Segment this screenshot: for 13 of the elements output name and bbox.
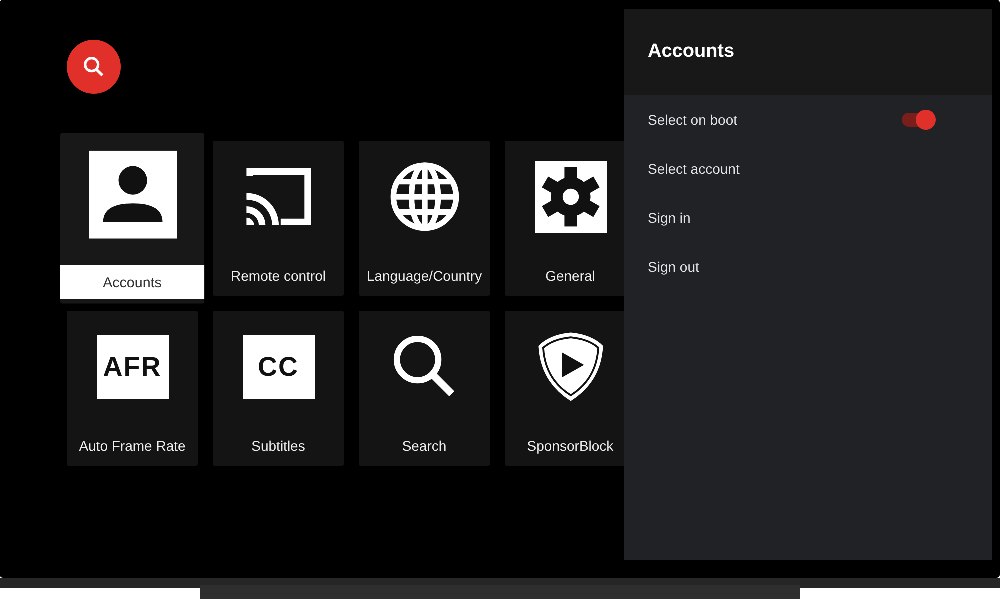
- person-icon: [88, 150, 176, 239]
- menu-item[interactable]: Select on boot: [624, 95, 992, 144]
- settings-tile[interactable]: Language/Country: [359, 141, 490, 296]
- settings-tile[interactable]: Search: [359, 311, 490, 466]
- settings-tile[interactable]: AFR Auto Frame Rate: [67, 311, 198, 466]
- settings-tile[interactable]: Accounts: [60, 133, 205, 304]
- search-button[interactable]: [67, 40, 121, 94]
- gear-icon: [534, 161, 606, 233]
- panel-title: Accounts: [648, 41, 735, 63]
- badge-icon: AFR: [96, 335, 168, 399]
- settings-tile[interactable]: Remote control: [213, 141, 344, 296]
- settings-tile[interactable]: CC Subtitles: [213, 311, 344, 466]
- badge-icon: CC: [242, 335, 314, 399]
